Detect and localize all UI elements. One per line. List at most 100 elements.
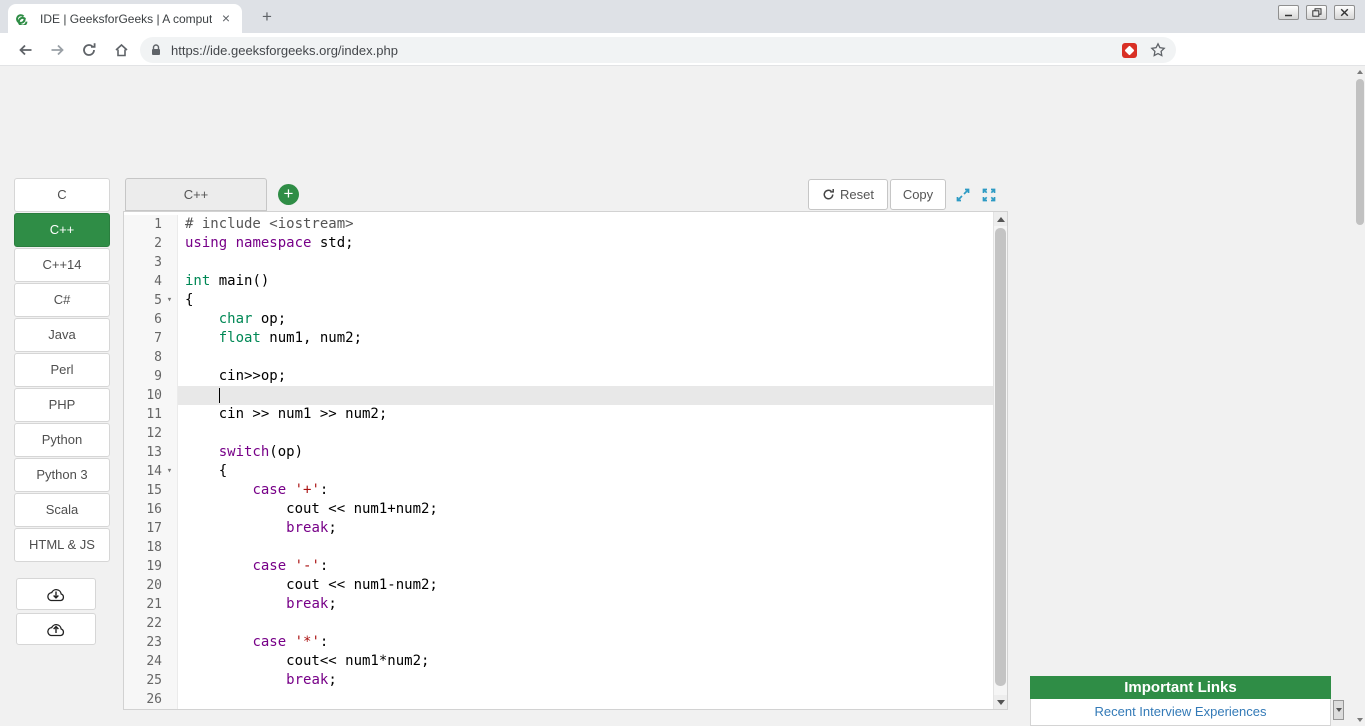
- code-line-8[interactable]: 8: [124, 348, 1007, 367]
- sidebar-item-c-[interactable]: C#: [14, 283, 110, 317]
- sidebar-item-python[interactable]: Python: [14, 423, 110, 457]
- sidebar-item-scala[interactable]: Scala: [14, 493, 110, 527]
- address-bar[interactable]: https://ide.geeksforgeeks.org/index.php: [140, 37, 1176, 63]
- code-line-22[interactable]: 22: [124, 614, 1007, 633]
- editor-scrollbar[interactable]: [993, 212, 1007, 709]
- code-text: case '-':: [252, 558, 329, 574]
- url-text: https://ide.geeksforgeeks.org/index.php: [171, 42, 398, 58]
- code-line-7[interactable]: 7 float num1, num2;: [124, 329, 1007, 348]
- code-line-19[interactable]: 19 case '-':: [124, 557, 1007, 576]
- forward-button[interactable]: [44, 37, 70, 63]
- code-line-24[interactable]: 24 cout<< num1*num2;: [124, 652, 1007, 671]
- fold-gutter: [162, 519, 178, 538]
- code-line-1[interactable]: 1 # include <iostream>: [124, 215, 1007, 234]
- fold-gutter: [162, 405, 178, 424]
- important-links-box: Important Links Recent Interview Experie…: [1030, 676, 1331, 726]
- line-number: 14: [124, 462, 162, 481]
- fold-gutter: [162, 652, 178, 671]
- reset-button[interactable]: Reset: [808, 179, 888, 210]
- minimize-button[interactable]: [1278, 5, 1299, 20]
- code-line-20[interactable]: 20 cout << num1-num2;: [124, 576, 1007, 595]
- code-line-17[interactable]: 17 break;: [124, 519, 1007, 538]
- page-scroll-up-icon[interactable]: [1355, 66, 1365, 78]
- code-text: {: [185, 463, 228, 479]
- sidebar-item-c[interactable]: C: [14, 178, 110, 212]
- code-line-13[interactable]: 13 switch(op): [124, 443, 1007, 462]
- code-line-21[interactable]: 21 break;: [124, 595, 1007, 614]
- code-line-3[interactable]: 3: [124, 253, 1007, 272]
- code-line-10[interactable]: 10: [124, 386, 1007, 405]
- close-window-button[interactable]: [1334, 5, 1355, 20]
- fold-arrow-icon[interactable]: ▾: [162, 291, 178, 310]
- sidebar-item-java[interactable]: Java: [14, 318, 110, 352]
- cloud-download-icon: [45, 587, 67, 602]
- sidebar-item-html-js[interactable]: HTML & JS: [14, 528, 110, 562]
- code-text: case '*':: [252, 634, 329, 650]
- line-number: 3: [124, 253, 162, 272]
- code-text: using namespace std;: [185, 235, 354, 251]
- page-scrollbar[interactable]: [1355, 66, 1365, 726]
- code-line-18[interactable]: 18: [124, 538, 1007, 557]
- fold-gutter: [162, 367, 178, 386]
- editor-scrollbar-thumb[interactable]: [995, 228, 1006, 686]
- browser-tab[interactable]: IDE | GeeksforGeeks | A compute ×: [8, 4, 242, 33]
- refresh-button[interactable]: [76, 37, 102, 63]
- text-cursor: [218, 388, 221, 403]
- links-item[interactable]: Recent Interview Experiences: [1030, 699, 1331, 726]
- code-text: cin>>op;: [185, 368, 287, 384]
- code-line-6[interactable]: 6 char op;: [124, 310, 1007, 329]
- code-line-5[interactable]: 5 ▾ {: [124, 291, 1007, 310]
- line-number: 2: [124, 234, 162, 253]
- add-tab-button[interactable]: +: [278, 184, 299, 205]
- line-number: 5: [124, 291, 162, 310]
- fold-arrow-icon[interactable]: ▾: [162, 462, 178, 481]
- code-line-11[interactable]: 11 cin >> num1 >> num2;: [124, 405, 1007, 424]
- editor-tab-cpp[interactable]: C++: [125, 178, 267, 211]
- tab-title: IDE | GeeksforGeeks | A compute: [40, 11, 212, 26]
- sidebar-item-php[interactable]: PHP: [14, 388, 110, 422]
- scroll-down-icon[interactable]: [994, 695, 1007, 709]
- code-lines: 1 # include <iostream> 2 using namespace st…: [124, 212, 1007, 709]
- code-text: switch(op): [218, 444, 304, 460]
- code-line-15[interactable]: 15 case '+':: [124, 481, 1007, 500]
- upload-code-button[interactable]: [16, 613, 96, 645]
- extension-icon[interactable]: [1122, 42, 1137, 58]
- resize-diagonal-icon[interactable]: [954, 186, 971, 203]
- language-sidebar: C C++ C++14 C# Java Perl PHP Python Python 3 Scal…: [14, 178, 110, 645]
- page-scroll-down-icon[interactable]: [1355, 714, 1365, 726]
- sidebar-item-python-3[interactable]: Python 3: [14, 458, 110, 492]
- scroll-up-icon[interactable]: [994, 212, 1007, 226]
- code-line-9[interactable]: 9 cin>>op;: [124, 367, 1007, 386]
- back-button[interactable]: [12, 37, 38, 63]
- code-line-16[interactable]: 16 cout << num1+num2;: [124, 500, 1007, 519]
- copy-button[interactable]: Copy: [890, 179, 946, 210]
- code-line-12[interactable]: 12: [124, 424, 1007, 443]
- code-line-26[interactable]: 26: [124, 690, 1007, 709]
- code-editor[interactable]: 1 # include <iostream> 2 using namespace st…: [123, 211, 1008, 710]
- line-number: 7: [124, 329, 162, 348]
- sidebar-item-c-14[interactable]: C++14: [14, 248, 110, 282]
- code-line-4[interactable]: 4 int main(): [124, 272, 1007, 291]
- fold-gutter: [162, 538, 178, 557]
- tab-close-icon[interactable]: ×: [218, 10, 234, 27]
- new-tab-button[interactable]: +: [254, 7, 280, 29]
- fold-gutter: [162, 424, 178, 443]
- bookmark-star-icon[interactable]: [1150, 42, 1166, 58]
- restore-button[interactable]: [1306, 5, 1327, 20]
- code-text: break;: [286, 596, 337, 612]
- fullscreen-icon[interactable]: [980, 186, 997, 203]
- code-line-2[interactable]: 2 using namespace std;: [124, 234, 1007, 253]
- window-controls: [1278, 5, 1355, 20]
- code-line-25[interactable]: 25 break;: [124, 671, 1007, 690]
- page-scrollbar-thumb[interactable]: [1356, 79, 1364, 225]
- links-scroll-arrow[interactable]: [1333, 700, 1344, 720]
- line-number: 20: [124, 576, 162, 595]
- download-code-button[interactable]: [16, 578, 96, 610]
- sidebar-item-c-[interactable]: C++: [14, 213, 110, 247]
- code-line-23[interactable]: 23 case '*':: [124, 633, 1007, 652]
- home-button[interactable]: [108, 37, 134, 63]
- browser-tabstrip: IDE | GeeksforGeeks | A compute × +: [0, 0, 1365, 33]
- code-line-14[interactable]: 14 ▾ {: [124, 462, 1007, 481]
- sidebar-item-perl[interactable]: Perl: [14, 353, 110, 387]
